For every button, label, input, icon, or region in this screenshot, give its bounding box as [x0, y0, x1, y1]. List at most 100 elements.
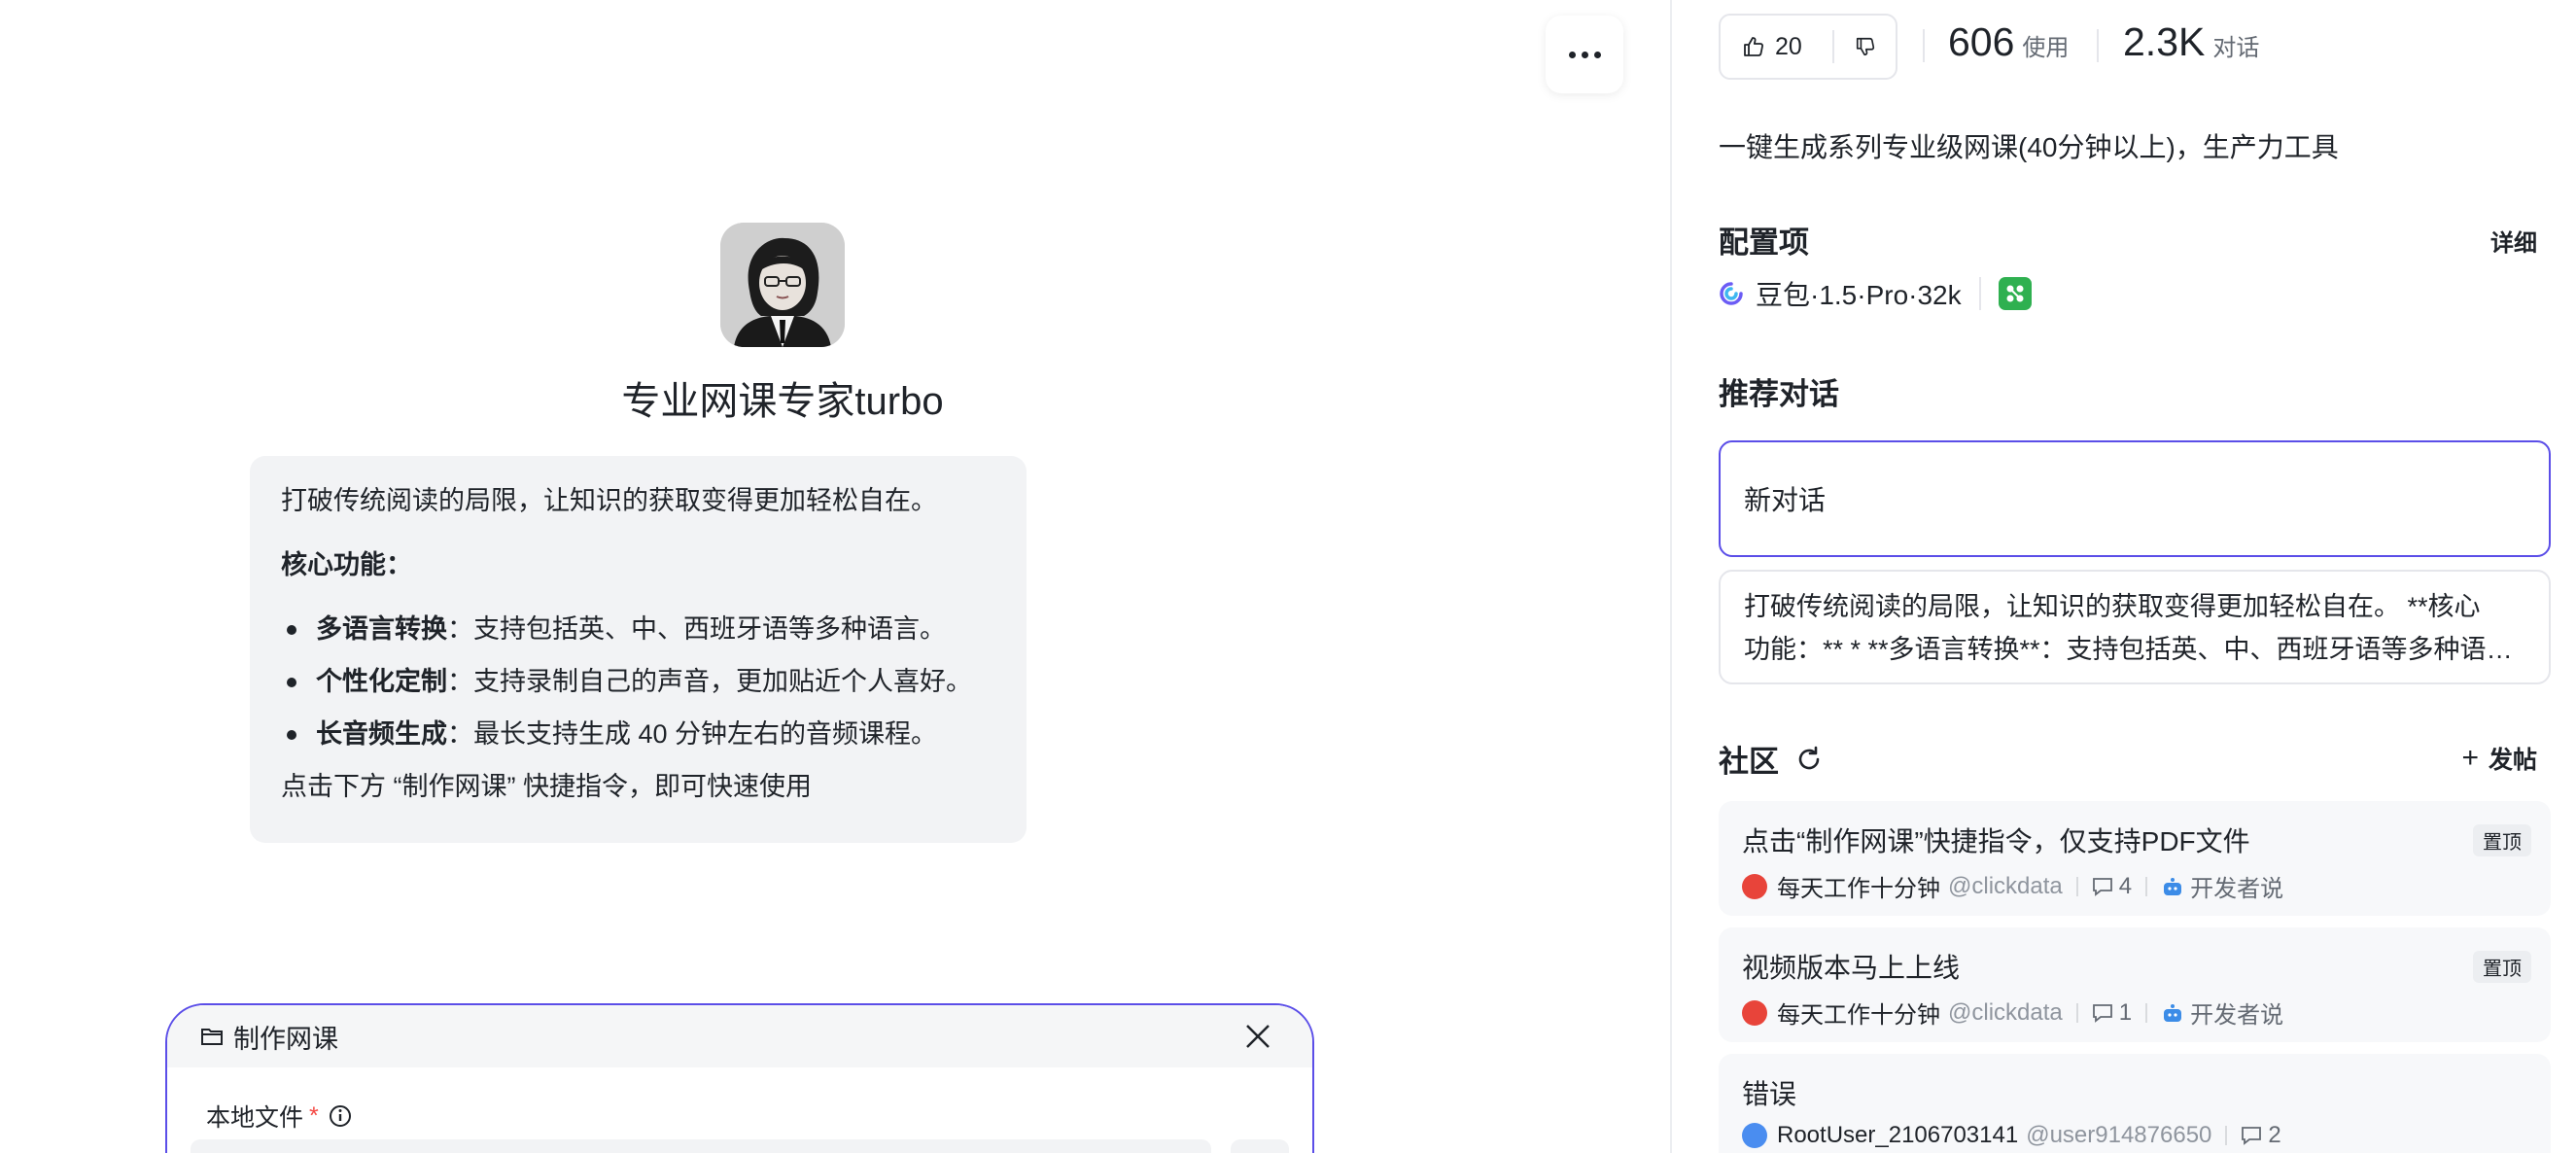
- folder-icon: [201, 1029, 223, 1045]
- feature-item: 多语言转换：支持包括英、中、西班牙语等多种语言。: [281, 610, 995, 648]
- suggested-prompt-line: 打破传统阅读的局限，让知识的获取变得更加轻松自在。 **核心: [1744, 592, 2481, 621]
- comment-icon: [2242, 1127, 2262, 1145]
- suggested-prompt-line: 功能：** * **多语言转换**：支持包括英、中、西班牙语等多种语言。: [1744, 635, 2525, 664]
- usage-unit: 使用: [2022, 35, 2070, 61]
- post-category-label: 开发者说: [2190, 1002, 2284, 1029]
- bot-info-sidebar: 20 606 使用 2.3K 对话 一键生成系列专业级网课(40分钟以上)，生产…: [1672, 0, 2576, 1153]
- vote-group: 20: [1719, 14, 1897, 80]
- feature-item: 长音频生成：最长支持生成 40 分钟左右的音频课程。: [281, 715, 995, 753]
- feature-item: 个性化定制：支持录制自己的声音，更加贴近个人喜好。: [281, 662, 995, 701]
- bot-description: 一键生成系列专业级网课(40分钟以上)，生产力工具: [1719, 132, 2339, 162]
- post-title: 视频版本马上上线: [1742, 953, 1961, 983]
- feature-text: ：支持包括英、中、西班牙语等多种语言。: [447, 614, 946, 644]
- local-file-label: 本地文件 *: [206, 1099, 352, 1134]
- comment-count: 1: [2092, 999, 2132, 1027]
- author-avatar: [1742, 1123, 1767, 1148]
- shortcut-panel-title: 制作网课: [233, 1024, 338, 1054]
- local-file-label-text: 本地文件: [206, 1104, 304, 1132]
- post-author-handle: @clickdata: [1948, 872, 2063, 899]
- comment-count-value: 1: [2118, 998, 2133, 1026]
- community-title: 社区: [1719, 745, 1779, 779]
- post-meta: 每天工作十分钟 @clickdata 4 开发者说: [1742, 869, 2527, 903]
- post-meta: RootUser_2106703141 @user914876650 2: [1742, 1122, 2527, 1149]
- post-author: 每天工作十分钟: [1777, 1002, 1940, 1029]
- refresh-icon[interactable]: [1794, 745, 1824, 774]
- suggested-prompt[interactable]: 打破传统阅读的局限，让知识的获取变得更加轻松自在。 **核心 功能：** * *…: [1719, 570, 2551, 684]
- more-options-button[interactable]: [1546, 16, 1623, 93]
- intro-line: 打破传统阅读的局限，让知识的获取变得更加轻松自在。: [281, 486, 937, 515]
- feature-text: ：支持录制自己的声音，更加贴近个人喜好。: [447, 667, 972, 696]
- community-header: 社区: [1719, 737, 1824, 781]
- feature-text: ：最长支持生成 40 分钟左右的音频课程。: [447, 719, 938, 749]
- community-post[interactable]: 点击“制作网课”快捷指令，仅支持PDF文件 每天工作十分钟 @clickdata…: [1719, 801, 2551, 916]
- chat-count: 2.3K: [2123, 19, 2206, 64]
- pinned-badge: 置顶: [2473, 951, 2531, 983]
- chat-unit: 对话: [2212, 35, 2260, 61]
- feature-title: 个性化定制: [316, 667, 447, 696]
- bot-avatar: [720, 223, 845, 347]
- shortcut-panel-header: 制作网课: [167, 1005, 1312, 1067]
- feature-title: 长音频生成: [316, 719, 447, 749]
- doubao-model-icon: [1720, 282, 1743, 305]
- model-name[interactable]: 豆包·1.5·Pro·32k: [1756, 274, 1962, 313]
- more-icon-dot: [1593, 51, 1601, 58]
- post-author-handle: @clickdata: [1948, 998, 2063, 1026]
- chat-main-area: 专业网课专家turbo 打破传统阅读的局限，让知识的获取变得更加轻松自在。 核心…: [0, 0, 1670, 1153]
- plus-icon: +: [2461, 742, 2479, 774]
- pinned-badge: 置顶: [2473, 824, 2531, 856]
- portrait-icon: [720, 223, 845, 347]
- community-post[interactable]: 错误 RootUser_2106703141 @user914876650 2: [1719, 1054, 2551, 1153]
- config-detail-link[interactable]: 详细: [2490, 224, 2537, 258]
- meta-divider: [2145, 1002, 2148, 1023]
- post-author: 每天工作十分钟: [1777, 876, 1940, 902]
- comment-count: 2: [2241, 1122, 2281, 1149]
- new-post-button[interactable]: + 发帖: [2461, 741, 2537, 776]
- usage-stat: 606 使用: [1948, 19, 2069, 65]
- usage-count: 606: [1948, 19, 2015, 64]
- like-count: 20: [1775, 32, 1802, 60]
- comment-count-value: 2: [2268, 1122, 2281, 1148]
- bot-intro-card: 打破传统阅读的局限，让知识的获取变得更加轻松自在。 核心功能： 多语言转换：支持…: [250, 456, 1027, 843]
- model-divider: [1978, 277, 1981, 310]
- stat-divider: [1923, 29, 1925, 62]
- bot-name: 专业网课专家turbo: [621, 380, 944, 423]
- upload-button[interactable]: [1231, 1139, 1289, 1153]
- more-icon-dot: [1581, 51, 1588, 58]
- post-meta: 每天工作十分钟 @clickdata 1 开发者说: [1742, 996, 2527, 1030]
- like-button[interactable]: 20: [1721, 33, 1832, 61]
- shortcut-panel: 制作网课 本地文件 *: [165, 1003, 1314, 1153]
- thumbs-down-icon: [1856, 37, 1874, 56]
- community-post[interactable]: 视频版本马上上线 每天工作十分钟 @clickdata 1 开发者说 置顶: [1719, 927, 2551, 1042]
- config-title: 配置项: [1719, 226, 1809, 260]
- local-file-input[interactable]: [191, 1139, 1211, 1153]
- more-icon: [1568, 51, 1576, 58]
- dislike-button[interactable]: [1834, 36, 1896, 57]
- usage-tip: 点击下方 “制作网课” 快捷指令，即可快速使用: [281, 772, 812, 801]
- meta-divider: [2225, 1126, 2228, 1145]
- meta-divider: [2145, 876, 2148, 896]
- recommend-title: 推荐对话: [1719, 377, 1839, 411]
- core-features-title: 核心功能：: [281, 550, 412, 579]
- robot-icon: [2164, 1003, 2182, 1022]
- stat-divider: [2097, 29, 2099, 62]
- comment-count: 4: [2092, 873, 2132, 900]
- comment-icon: [2092, 1003, 2112, 1023]
- chat-stat: 2.3K 对话: [2123, 19, 2259, 65]
- robot-icon: [2164, 877, 2182, 895]
- comment-icon: [2092, 877, 2112, 896]
- comment-count-value: 4: [2118, 872, 2133, 899]
- post-author: RootUser_2106703141: [1777, 1122, 2019, 1148]
- post-title: 错误: [1742, 1079, 1797, 1109]
- share-node-icon: [2006, 285, 2024, 302]
- post-category: 开发者说: [2161, 869, 2283, 903]
- plugin-icon[interactable]: [1998, 277, 2032, 310]
- close-icon[interactable]: [1244, 1023, 1271, 1050]
- author-avatar: [1742, 873, 1767, 899]
- new-chat-option[interactable]: 新对话: [1719, 440, 2551, 557]
- model-row: 豆包·1.5·Pro·32k: [1719, 274, 2032, 313]
- feature-list: 多语言转换：支持包括英、中、西班牙语等多种语言。 个性化定制：支持录制自己的声音…: [281, 610, 995, 753]
- info-icon[interactable]: [329, 1104, 352, 1128]
- post-category: 开发者说: [2161, 996, 2283, 1030]
- new-post-label: 发帖: [2488, 747, 2537, 774]
- meta-divider: [2075, 876, 2078, 896]
